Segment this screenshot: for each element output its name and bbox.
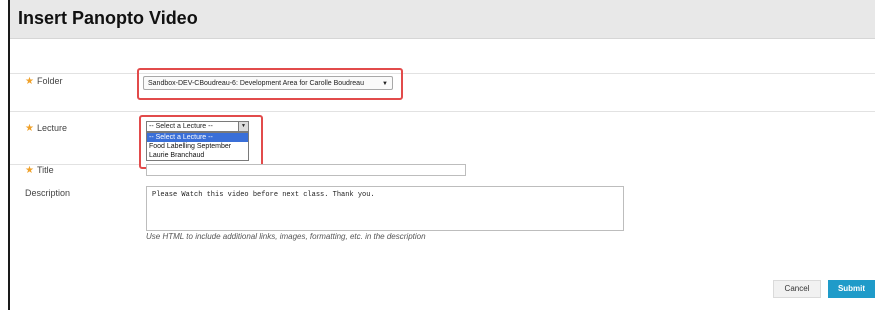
chevron-down-icon: ▼ [382, 81, 388, 87]
divider [10, 111, 875, 112]
dialog-title: Insert Panopto Video [18, 8, 198, 28]
required-star-icon: ★ [25, 123, 34, 134]
required-star-icon: ★ [25, 165, 34, 176]
lecture-option[interactable]: -- Select a Lecture -- [147, 133, 248, 142]
cancel-button[interactable]: Cancel [773, 280, 821, 298]
lecture-select[interactable]: -- Select a Lecture -- ▼ [146, 121, 249, 132]
lecture-option[interactable]: Laurie Branchaud [147, 151, 248, 160]
dialog-header: Insert Panopto Video [10, 0, 875, 39]
description-label: Description [25, 188, 71, 198]
lecture-option[interactable]: Food Labelling September [147, 142, 248, 151]
required-star-icon: ★ [25, 76, 34, 87]
lecture-label: ★ Lecture [25, 123, 67, 134]
description-help-text: Use HTML to include additional links, im… [146, 232, 426, 241]
description-textarea[interactable]: Please Watch this video before next clas… [146, 186, 624, 231]
window-frame [8, 0, 10, 310]
title-label: ★ Title [25, 165, 54, 176]
lecture-selected-value: -- Select a Lecture -- [149, 123, 213, 130]
folder-selected-value: Sandbox-DEV-CBoudreau-6: Development Are… [148, 80, 364, 87]
lecture-dropdown-list: -- Select a Lecture -- Food Labelling Se… [146, 132, 249, 161]
submit-button[interactable]: Submit [828, 280, 875, 298]
title-input[interactable] [146, 164, 466, 176]
folder-select[interactable]: Sandbox-DEV-CBoudreau-6: Development Are… [143, 76, 393, 90]
chevron-down-icon[interactable]: ▼ [238, 122, 248, 131]
folder-label: ★ Folder [25, 76, 63, 87]
